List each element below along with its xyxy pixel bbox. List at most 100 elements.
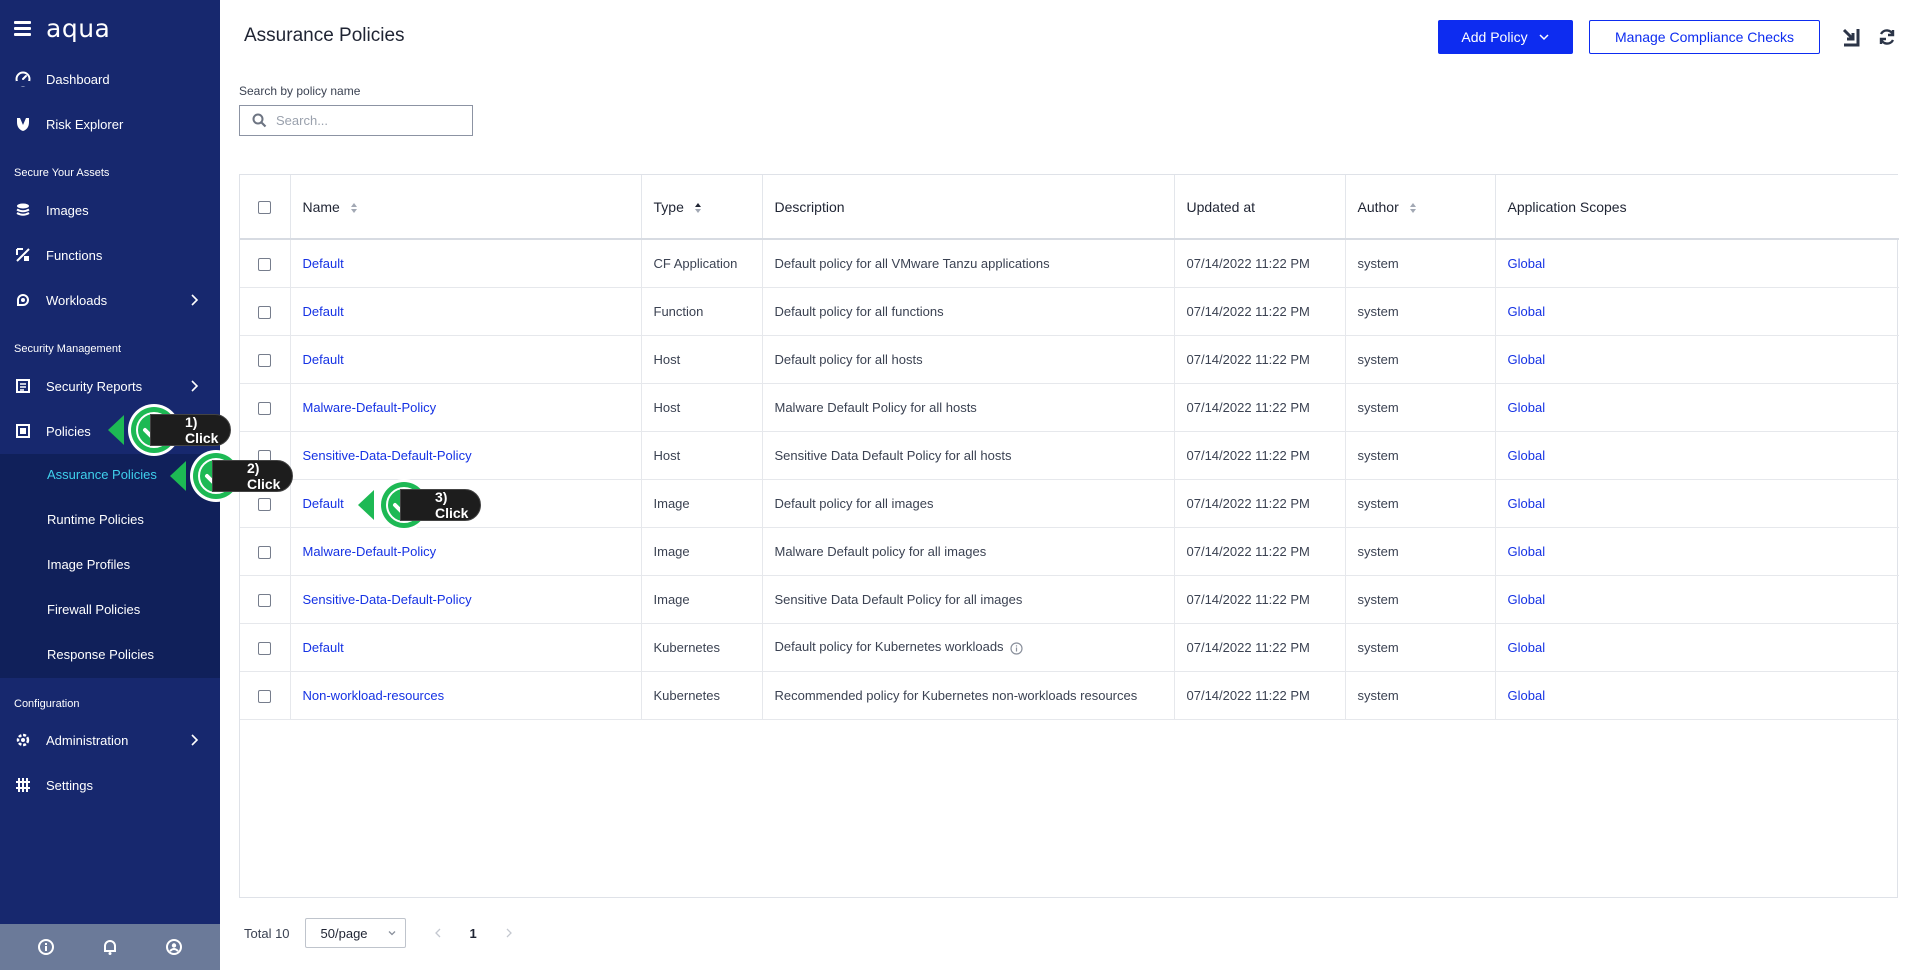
policy-name-link[interactable]: Sensitive-Data-Default-Policy (303, 448, 472, 463)
info-icon[interactable] (37, 938, 55, 956)
cell-author: system (1345, 623, 1496, 671)
cell-type: Image (641, 575, 763, 623)
row-select-cell (240, 239, 291, 287)
export-icon[interactable] (1839, 24, 1865, 50)
cell-author: system (1345, 239, 1496, 287)
table-row[interactable]: Default Kubernetes Default policy for Kube… (240, 623, 1899, 671)
cell-application-scopes: Global (1495, 335, 1899, 383)
manage-compliance-checks-button[interactable]: Manage Compliance Checks (1589, 20, 1820, 54)
scope-link[interactable]: Global (1508, 304, 1546, 319)
row-checkbox[interactable] (258, 641, 272, 655)
sidebar-item-administration[interactable]: Administration (0, 720, 220, 760)
scope-link[interactable]: Global (1508, 592, 1546, 607)
page-title: Assurance Policies (244, 25, 405, 46)
scope-link[interactable]: Global (1508, 496, 1546, 511)
cell-description: Sensitive Data Default Policy for all im… (762, 575, 1175, 623)
row-checkbox[interactable] (258, 497, 272, 511)
bell-icon[interactable] (101, 938, 119, 956)
workloads-icon (14, 291, 32, 309)
page-number-current[interactable]: 1 (470, 926, 477, 941)
policy-name-link[interactable]: Default (303, 304, 344, 319)
column-label: Application Scopes (1507, 198, 1627, 215)
table-row[interactable]: Non-workload-resources Kubernetes Recommen… (240, 671, 1899, 719)
scope-link[interactable]: Global (1508, 448, 1546, 463)
table-row[interactable]: Default Host Default policy for all hosts 0… (240, 335, 1899, 383)
prev-page-icon[interactable] (430, 925, 446, 941)
scope-link[interactable]: Global (1508, 640, 1546, 655)
scope-link[interactable]: Global (1508, 256, 1546, 271)
user-icon[interactable] (165, 938, 183, 956)
search-input[interactable] (276, 113, 466, 128)
select-all-checkbox[interactable] (258, 201, 272, 215)
policy-name-link[interactable]: Default (303, 496, 344, 511)
sidebar-item-security-reports[interactable]: Security Reports (0, 366, 220, 406)
cell-name: Malware-Default-Policy (290, 383, 642, 431)
menu-icon[interactable] (14, 21, 31, 36)
sidebar-item-workloads[interactable]: Workloads (0, 280, 220, 320)
policy-name-link[interactable]: Sensitive-Data-Default-Policy (303, 592, 472, 607)
add-policy-button[interactable]: Add Policy (1438, 20, 1573, 54)
policy-name-link[interactable]: Non-workload-resources (303, 688, 445, 703)
functions-icon (14, 246, 32, 264)
info-icon[interactable] (1009, 641, 1023, 655)
cell-description: Malware Default policy for all images (762, 527, 1175, 575)
description-text: Malware Default policy for all images (774, 543, 987, 559)
policies-icon (14, 422, 32, 440)
policy-name-link[interactable]: Malware-Default-Policy (303, 400, 437, 415)
row-checkbox[interactable] (258, 401, 272, 415)
sidebar-subitem-image-profiles[interactable]: Image Profiles (0, 544, 220, 584)
row-checkbox[interactable] (258, 353, 272, 367)
column-header-author[interactable]: Author (1345, 175, 1496, 239)
chevron-right-icon (186, 378, 202, 394)
section-configuration: Configuration (14, 698, 80, 710)
scope-link[interactable]: Global (1508, 688, 1546, 703)
sidebar-subitem-firewall-policies[interactable]: Firewall Policies (0, 589, 220, 629)
row-checkbox[interactable] (258, 689, 272, 703)
table-row[interactable]: Default Function Default policy for all fu… (240, 287, 1899, 335)
sidebar-item-functions[interactable]: Functions (0, 235, 220, 275)
page-size-select[interactable]: 50/page (304, 918, 406, 948)
table-row[interactable]: Sensitive-Data-Default-Policy Image Sensit… (240, 575, 1899, 623)
cell-updated-at: 07/14/2022 11:22 PM (1174, 431, 1346, 479)
row-checkbox[interactable] (258, 545, 272, 559)
column-header-type[interactable]: Type (641, 175, 763, 239)
table-row[interactable]: Default CF Application Default policy for … (240, 239, 1899, 287)
cell-application-scopes: Global (1495, 479, 1899, 527)
column-header-application-scopes: Application Scopes (1495, 175, 1899, 239)
select-all-cell (240, 175, 291, 239)
table-row[interactable]: Default Image Default policy for all image… (240, 479, 1899, 527)
policy-name-link[interactable]: Default (303, 256, 344, 271)
next-page-icon[interactable] (501, 925, 517, 941)
policy-name-link[interactable]: Default (303, 640, 344, 655)
column-label: Author (1357, 198, 1399, 215)
table-row[interactable]: Sensitive-Data-Default-Policy Host Sensiti… (240, 431, 1899, 479)
table-row[interactable]: Malware-Default-Policy Host Malware Defaul… (240, 383, 1899, 431)
cell-type: Host (641, 335, 763, 383)
scope-link[interactable]: Global (1508, 352, 1546, 367)
policy-name-link[interactable]: Malware-Default-Policy (303, 544, 437, 559)
column-header-name[interactable]: Name (290, 175, 642, 239)
description-text: Default policy for all functions (774, 303, 944, 319)
table-row[interactable]: Malware-Default-Policy Image Malware Defau… (240, 527, 1899, 575)
cell-application-scopes: Global (1495, 527, 1899, 575)
sidebar-subitem-response-policies[interactable]: Response Policies (0, 634, 220, 674)
risk-explorer-icon (14, 115, 32, 133)
row-checkbox[interactable] (258, 305, 272, 319)
sidebar-item-risk-explorer[interactable]: Risk Explorer (0, 104, 220, 144)
sidebar-item-dashboard[interactable]: Dashboard (0, 59, 220, 99)
cell-name: Default (290, 287, 642, 335)
policy-name-link[interactable]: Default (303, 352, 344, 367)
description-text: Sensitive Data Default Policy for all im… (774, 591, 1023, 607)
cell-application-scopes: Global (1495, 383, 1899, 431)
scope-link[interactable]: Global (1508, 400, 1546, 415)
sidebar-item-images[interactable]: Images (0, 190, 220, 230)
scope-link[interactable]: Global (1508, 544, 1546, 559)
cell-author: system (1345, 479, 1496, 527)
cell-updated-at: 07/14/2022 11:22 PM (1174, 527, 1346, 575)
row-checkbox[interactable] (258, 257, 272, 271)
row-checkbox[interactable] (258, 593, 272, 607)
sidebar-subitem-runtime-policies[interactable]: Runtime Policies (0, 499, 220, 539)
column-label: Name (302, 198, 340, 215)
refresh-icon[interactable] (1874, 24, 1900, 50)
sidebar-item-settings[interactable]: Settings (0, 765, 220, 805)
